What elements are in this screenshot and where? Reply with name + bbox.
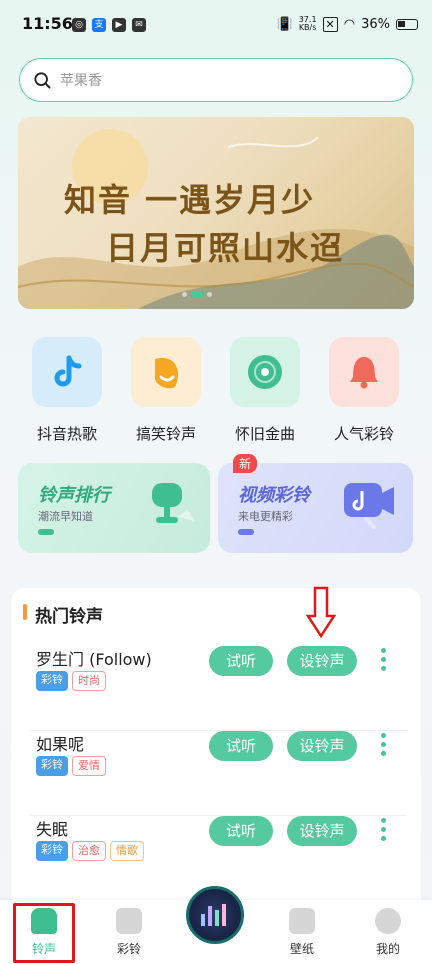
song-name: 失眠	[36, 820, 69, 839]
ranking-card[interactable]: 铃声排行 潮流早知道	[18, 463, 210, 553]
video-ringtone-card[interactable]: 视频彩铃 来电更精彩	[218, 463, 413, 553]
nav-label: 壁纸	[289, 942, 314, 956]
vinyl-record-icon	[230, 337, 300, 407]
funny-face-icon	[131, 337, 201, 407]
profile-icon	[375, 908, 401, 934]
banner[interactable]: 知音 一遇岁月少 日月可照山水迢	[18, 117, 414, 309]
category-label: 抖音热歌	[36, 425, 97, 443]
color-ring-icon	[116, 908, 142, 934]
tag: 治愈	[72, 841, 106, 861]
search-icon	[34, 72, 51, 89]
set-ringtone-button[interactable]: 设铃声	[287, 646, 357, 676]
tag-group: 彩铃 时尚	[36, 671, 106, 691]
feature-subtitle: 来电更精彩	[238, 510, 293, 523]
banner-pagination	[182, 292, 212, 297]
more-icon[interactable]	[379, 648, 387, 671]
category-douyin[interactable]: 抖音热歌	[22, 337, 112, 444]
hot-ringtones-panel: 热门铃声 罗生门 (Follow) 彩铃 时尚 试听 设铃声 如果呢 彩铃 爱情…	[11, 588, 421, 900]
wifi-icon: ◠	[343, 16, 356, 32]
search-bar[interactable]: 苹果香	[19, 58, 413, 102]
listen-button[interactable]: 试听	[209, 816, 273, 846]
category-funny[interactable]: 搞笑铃声	[121, 337, 211, 444]
list-item[interactable]: 如果呢 彩铃 爱情 试听 设铃声	[11, 731, 421, 816]
annotation-highlight-box	[13, 903, 75, 963]
category-label: 搞笑铃声	[135, 425, 196, 443]
music-visualizer-icon	[201, 904, 226, 926]
music-player-button[interactable]	[186, 886, 244, 944]
vibrate-icon: 📳	[276, 16, 293, 32]
tag: 爱情	[72, 756, 106, 776]
banner-dot	[182, 292, 187, 297]
tag: 彩铃	[36, 756, 68, 776]
more-icon[interactable]	[379, 733, 387, 756]
tag: 彩铃	[36, 671, 68, 691]
feature-pill	[238, 529, 254, 535]
banner-dot-active	[191, 292, 203, 297]
sim-x-icon: ✕	[322, 16, 338, 32]
listen-button[interactable]: 试听	[209, 646, 273, 676]
set-ringtone-button[interactable]: 设铃声	[287, 731, 357, 761]
alipay-icon: 支	[92, 18, 106, 32]
play-icon: ▶	[112, 18, 126, 32]
tag: 情歌	[110, 841, 144, 861]
network-speed: 37.1 KB/s	[299, 16, 317, 32]
net-speed-unit: KB/s	[298, 23, 317, 32]
tag-group: 彩铃 治愈 情歌	[36, 841, 144, 861]
search-placeholder: 苹果香	[60, 73, 102, 89]
category-oldies[interactable]: 怀旧金曲	[220, 337, 310, 444]
tag: 彩铃	[36, 841, 68, 861]
message-icon: ✉	[132, 18, 146, 32]
nav-wallpaper[interactable]: 壁纸	[272, 908, 332, 957]
battery-icon	[396, 18, 418, 30]
category-popular[interactable]: 人气彩铃	[319, 337, 409, 444]
banner-line-1: 知音 一遇岁月少	[64, 181, 316, 219]
battery-percent: 36%	[361, 16, 390, 32]
banner-dot	[207, 292, 212, 297]
list-item[interactable]: 罗生门 (Follow) 彩铃 时尚 试听 设铃声	[11, 646, 421, 731]
feature-title: 铃声排行	[38, 485, 110, 506]
bell-icon	[329, 337, 399, 407]
new-badge: 新	[233, 454, 258, 473]
nav-label: 彩铃	[116, 942, 141, 956]
nav-label: 我的	[375, 942, 400, 956]
feature-pill	[38, 529, 54, 535]
category-label: 人气彩铃	[333, 425, 394, 443]
feature-subtitle: 潮流早知道	[38, 510, 93, 523]
more-icon[interactable]	[379, 818, 387, 841]
annotation-down-arrow-icon	[306, 586, 336, 638]
status-bar: 11:56 ◎ 支 ▶ ✉ 📳 37.1 KB/s ✕ ◠ 36%	[0, 0, 432, 52]
trophy-icon	[152, 483, 194, 523]
section-accent-bar	[23, 604, 27, 620]
section-title: 热门铃声	[35, 607, 103, 627]
tag-group: 彩铃 爱情	[36, 756, 106, 776]
nav-color-ring[interactable]: 彩铃	[99, 908, 159, 957]
status-right: 📳 37.1 KB/s ✕ ◠ 36%	[277, 16, 418, 32]
song-name: 罗生门 (Follow)	[36, 650, 152, 669]
feature-title: 视频彩铃	[238, 485, 310, 506]
set-ringtone-button[interactable]: 设铃声	[287, 816, 357, 846]
wallpaper-icon	[289, 908, 315, 934]
nav-profile[interactable]: 我的	[358, 908, 418, 957]
tiktok-note-icon	[32, 337, 102, 407]
video-note-icon	[344, 483, 394, 529]
status-time: 11:56	[22, 14, 73, 33]
banner-line-2: 日月可照山水迢	[106, 229, 345, 267]
category-label: 怀旧金曲	[234, 425, 295, 443]
app-notification-icon: ◎	[72, 18, 86, 32]
notification-icons: ◎ 支 ▶ ✉	[72, 18, 146, 32]
tag: 时尚	[72, 671, 106, 691]
listen-button[interactable]: 试听	[209, 731, 273, 761]
song-name: 如果呢	[36, 735, 85, 754]
